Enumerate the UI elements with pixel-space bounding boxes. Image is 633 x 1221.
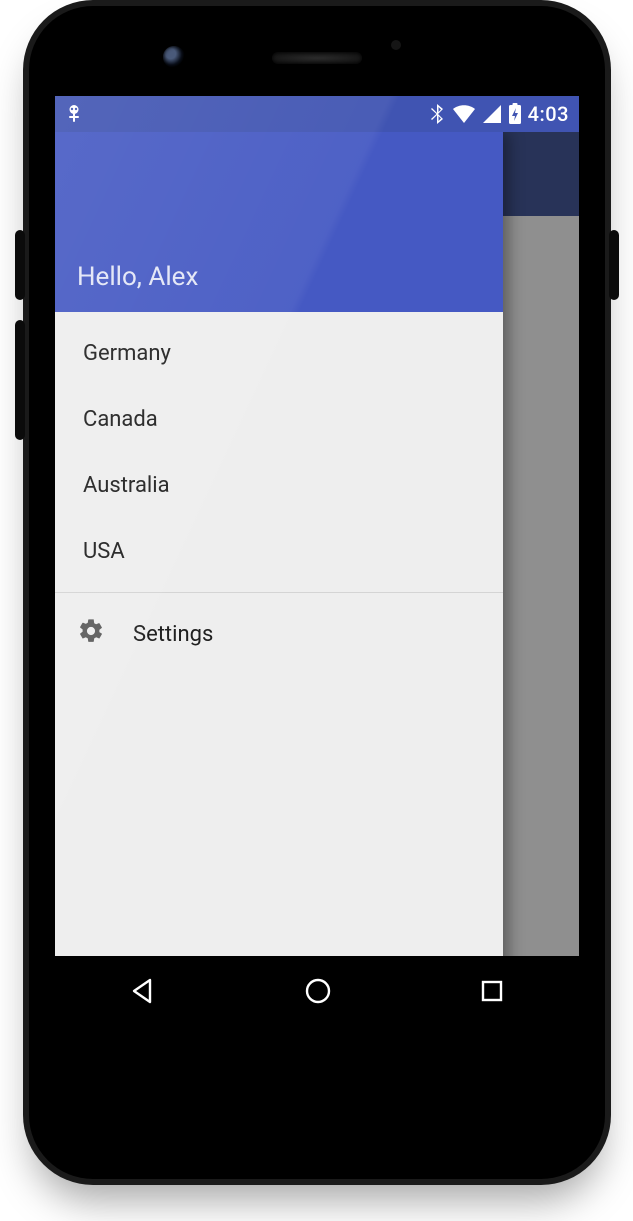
drawer-greeting: Hello, Alex — [77, 262, 198, 292]
navigation-drawer[interactable]: Hello, Alex Germany Canada Australia USA — [55, 132, 503, 1026]
debug-icon — [65, 104, 83, 124]
battery-charging-icon — [508, 103, 522, 125]
wifi-icon — [452, 104, 476, 124]
gear-icon — [77, 617, 105, 651]
power-nub — [609, 230, 619, 300]
proximity-sensor — [391, 40, 401, 50]
nav-item-label: Settings — [133, 622, 213, 647]
nav-item-label: Germany — [83, 341, 171, 366]
volume-down-nub — [15, 320, 25, 440]
front-camera — [163, 46, 185, 68]
cell-signal-icon — [482, 104, 502, 124]
drawer-nav-list: Germany Canada Australia USA — [55, 312, 503, 667]
nav-item-canada[interactable]: Canada — [55, 386, 503, 452]
recents-button[interactable] — [478, 977, 506, 1005]
status-bar: 4:03 — [55, 96, 579, 132]
nav-divider — [55, 592, 503, 593]
drawer-header: Hello, Alex — [55, 132, 503, 312]
nav-item-label: Australia — [83, 473, 170, 498]
bluetooth-icon — [430, 103, 446, 125]
android-nav-bar — [55, 956, 579, 1026]
phone-frame: 4:03 Hello, Alex Germany Canada Australi… — [23, 0, 611, 1185]
device-screen: 4:03 Hello, Alex Germany Canada Australi… — [55, 96, 579, 1026]
earpiece-speaker — [272, 52, 362, 64]
nav-item-germany[interactable]: Germany — [55, 320, 503, 386]
nav-item-usa[interactable]: USA — [55, 518, 503, 584]
back-button[interactable] — [128, 976, 158, 1006]
home-button[interactable] — [303, 976, 333, 1006]
status-time: 4:03 — [528, 102, 569, 126]
nav-item-label: Canada — [83, 407, 158, 432]
volume-up-nub — [15, 230, 25, 300]
nav-item-australia[interactable]: Australia — [55, 452, 503, 518]
nav-item-label: USA — [83, 539, 125, 564]
nav-item-settings[interactable]: Settings — [55, 601, 503, 667]
